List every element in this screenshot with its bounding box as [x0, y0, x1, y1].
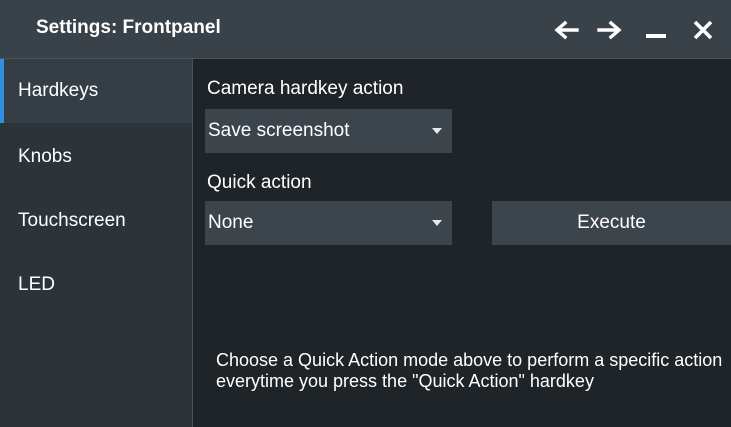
arrow-left-icon[interactable] [550, 14, 582, 46]
sidebar-item-label: LED [18, 274, 55, 295]
sidebar-item-knobs[interactable]: Knobs [0, 125, 192, 189]
title-bar: Settings: Frontpanel [0, 0, 731, 59]
chevron-down-icon [432, 220, 442, 226]
help-text: Choose a Quick Action mode above to perf… [216, 350, 723, 391]
quick-action-dropdown[interactable]: None [205, 201, 452, 245]
execute-button[interactable]: Execute [492, 201, 731, 245]
chevron-down-icon [432, 128, 442, 134]
window-title: Settings: Frontpanel [36, 17, 221, 38]
quick-action-value: None [208, 212, 254, 233]
sidebar-item-led[interactable]: LED [0, 253, 192, 317]
close-icon[interactable] [687, 14, 719, 46]
sidebar-item-label: Hardkeys [18, 80, 99, 101]
sidebar-item-touchscreen[interactable]: Touchscreen [0, 189, 192, 253]
arrow-right-icon[interactable] [594, 14, 626, 46]
settings-sidebar: Hardkeys Knobs Touchscreen LED [0, 59, 193, 427]
execute-button-label: Execute [577, 212, 646, 233]
camera-action-dropdown[interactable]: Save screenshot [205, 109, 452, 153]
camera-action-label: Camera hardkey action [207, 78, 404, 99]
quick-action-label: Quick action [207, 172, 312, 193]
sidebar-item-hardkeys[interactable]: Hardkeys [0, 59, 192, 123]
minimize-icon[interactable] [641, 14, 671, 46]
sidebar-item-label: Knobs [18, 146, 72, 167]
camera-action-value: Save screenshot [208, 120, 350, 141]
sidebar-item-label: Touchscreen [18, 210, 126, 231]
